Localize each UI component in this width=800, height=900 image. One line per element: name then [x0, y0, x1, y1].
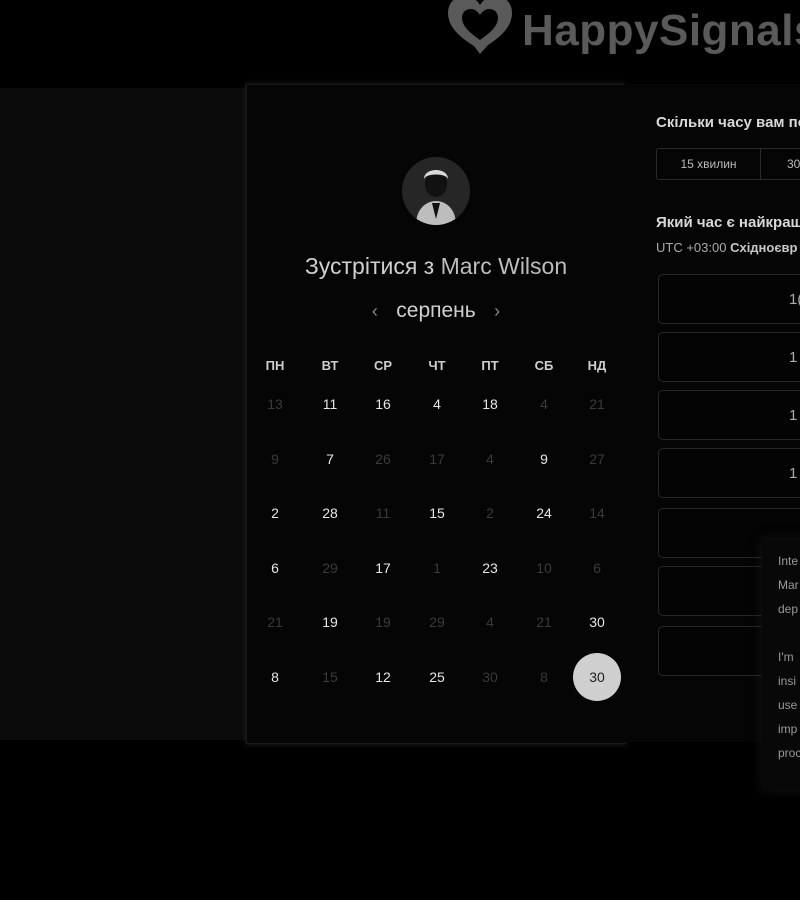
calendar-day[interactable]: 9: [520, 440, 568, 488]
calendar-grid: ПН ВТ СР ЧТ ПТ СБ НД 13 11 16 4 18 4 21 9 7 26 17 4 9 27 2 28 1…: [247, 347, 625, 713]
time-slot-button[interactable]: 1(: [658, 274, 800, 324]
time-question: Який час є найкращ: [656, 214, 800, 231]
popup-text-line: use: [778, 698, 798, 712]
calendar-day: 6: [593, 559, 601, 576]
popup-text-line: imp: [778, 722, 798, 736]
calendar-day: 11: [375, 505, 391, 522]
timezone-name[interactable]: Східноєвр: [730, 240, 797, 255]
calendar-day: 17: [429, 450, 445, 467]
calendar-day: 1: [433, 559, 441, 576]
calendar-day[interactable]: 25: [413, 658, 461, 706]
next-month-chevron-icon[interactable]: ›: [494, 301, 500, 322]
calendar-day[interactable]: 30: [573, 603, 621, 651]
popup-text-line: Mar: [778, 578, 799, 592]
time-slot-label: 1: [789, 407, 798, 424]
calendar-day: 2: [486, 505, 494, 522]
calendar-day[interactable]: 24: [520, 494, 568, 542]
calendar-day: 21: [267, 614, 283, 631]
calendar-week-row: 13 11 16 4 18 4 21: [247, 385, 625, 440]
host-name: Marc Wilson: [440, 253, 568, 279]
calendar-day[interactable]: 8: [251, 658, 299, 706]
calendar-day: 10: [536, 559, 552, 576]
calendar-day[interactable]: 23: [466, 549, 514, 597]
popup-text-line: proc: [778, 746, 800, 760]
brand-name: HappySignals: [522, 6, 800, 55]
calendar-day: 9: [271, 450, 279, 467]
popup-text-line: Inte: [778, 554, 799, 568]
calendar-day[interactable]: 2: [251, 494, 299, 542]
title-prefix: Зустрітися з: [304, 253, 435, 279]
calendar-day: 21: [589, 396, 605, 412]
calendar-day[interactable]: 18: [466, 385, 514, 433]
duration-option-15[interactable]: 15 хвилин: [657, 149, 761, 179]
calendar-day[interactable]: 17: [359, 549, 407, 597]
calendar-day: 8: [540, 668, 548, 685]
calendar-day[interactable]: 28: [306, 494, 354, 542]
calendar-day[interactable]: 6: [251, 549, 299, 597]
calendar-day: 21: [536, 614, 552, 631]
calendar-week-row: 6 29 17 1 23 10 6: [247, 549, 625, 604]
calendar-day[interactable]: 11: [306, 385, 354, 433]
time-slot-button[interactable]: 1: [658, 332, 800, 382]
heart-chat-icon: [448, 0, 512, 54]
calendar-day: 27: [589, 450, 605, 467]
calendar-week-row: 21 19 19 29 4 21 30: [247, 603, 625, 658]
calendar-day[interactable]: 15: [413, 494, 461, 542]
calendar-panel: Зустрітися з Marc Wilson ‹ серпень › ПН В…: [246, 84, 626, 744]
meeting-title: Зустрітися з Marc Wilson: [247, 253, 625, 280]
calendar-day-selected[interactable]: 30: [573, 652, 621, 701]
duration-option-30[interactable]: 30: [761, 149, 800, 179]
chat-popup[interactable]: Inte Mar dep I'm insi use imp proc: [762, 540, 800, 790]
calendar-day: 30: [482, 668, 498, 685]
timezone-label: UTC +03:00 Східноєвр: [656, 240, 797, 255]
calendar-day: 29: [429, 614, 445, 631]
weekday-header-row: ПН ВТ СР ЧТ ПТ СБ НД: [247, 347, 625, 385]
calendar-week-row: 8 15 12 25 30 8 30: [247, 652, 625, 713]
time-slot-label: 1: [789, 349, 798, 366]
month-navigation: ‹ серпень ›: [247, 299, 625, 329]
calendar-day[interactable]: 4: [413, 385, 461, 433]
time-slot-button[interactable]: 1: [658, 390, 800, 440]
calendar-day: 29: [322, 559, 338, 576]
calendar-day[interactable]: 7: [306, 440, 354, 488]
calendar-day: 4: [486, 450, 494, 467]
calendar-day: 26: [375, 450, 391, 467]
calendar-day: 19: [375, 614, 391, 631]
calendar-day: 4: [486, 614, 494, 631]
time-slot-label: 1: [789, 465, 798, 482]
calendar-week-row: 9 7 26 17 4 9 27: [247, 440, 625, 495]
timezone-offset: UTC +03:00: [656, 240, 727, 255]
current-month: серпень: [396, 299, 476, 322]
calendar-day: 4: [540, 396, 548, 412]
calendar-day: 14: [589, 505, 605, 522]
popup-text-line: dep: [778, 602, 799, 616]
calendar-day: 13: [267, 396, 283, 412]
popup-text-line: I'm: [778, 650, 794, 664]
prev-month-chevron-icon[interactable]: ‹: [372, 301, 378, 322]
time-slot-button[interactable]: 1: [658, 448, 800, 498]
duration-question: Скільки часу вам по: [656, 114, 800, 131]
calendar-day: 15: [322, 668, 338, 685]
calendar-day[interactable]: 16: [359, 385, 407, 433]
host-avatar: [402, 157, 470, 225]
calendar-week-row: 2 28 11 15 2 24 14: [247, 494, 625, 549]
calendar-day[interactable]: 12: [359, 658, 407, 706]
calendar-day[interactable]: 19: [306, 603, 354, 651]
duration-selector: 15 хвилин 30: [656, 148, 800, 180]
popup-text-line: [762, 621, 800, 645]
time-slot-label: 1(: [789, 291, 800, 308]
popup-text-line: insi: [778, 674, 797, 688]
happysignals-logo: HappySignals: [444, 0, 800, 66]
